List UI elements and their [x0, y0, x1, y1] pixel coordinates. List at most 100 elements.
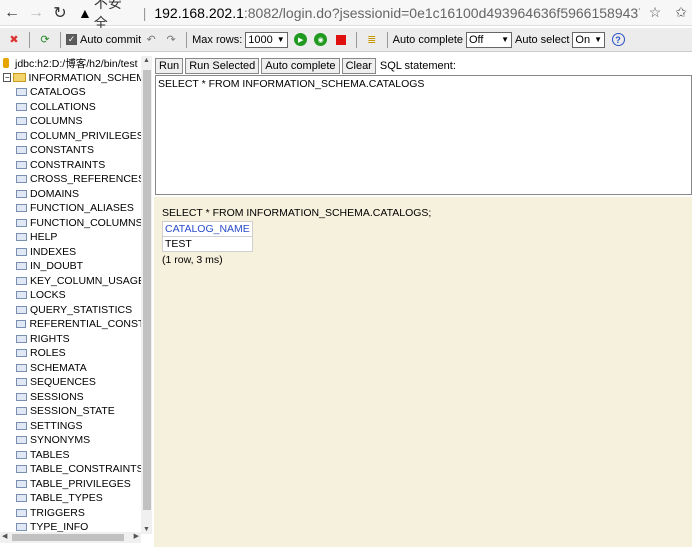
auto-commit-label: Auto commit: [80, 33, 142, 46]
tree-table-item[interactable]: COLUMN_PRIVILEGES: [0, 129, 152, 144]
tree-schema[interactable]: − INFORMATION_SCHEMA: [0, 71, 152, 86]
collapse-icon[interactable]: −: [3, 73, 12, 83]
tree-table-item[interactable]: CONSTANTS: [0, 143, 152, 158]
commit-icon[interactable]: ↷: [163, 32, 179, 48]
tree-table-item[interactable]: COLUMNS: [0, 114, 152, 129]
scroll-left-icon[interactable]: ◀: [2, 532, 7, 540]
h2-toolbar: ✖ ⟳ ✓ Auto commit ↶ ↷ Max rows: 1000 ▼ ▶ …: [0, 28, 692, 52]
disconnect-icon[interactable]: ✖: [6, 32, 22, 48]
tree-table-label: REFERENTIAL_CONSTR: [29, 318, 152, 331]
tree-table-label: COLUMN_PRIVILEGES: [30, 129, 144, 142]
tree-table-item[interactable]: REFERENTIAL_CONSTR: [0, 317, 152, 332]
favorites-icon[interactable]: ✩: [670, 4, 692, 21]
tree-table-label: CONSTANTS: [30, 144, 94, 157]
tree-table-item[interactable]: QUERY_STATISTICS: [0, 303, 152, 318]
scrollbar-thumb[interactable]: [143, 70, 151, 510]
bookmark-star-icon[interactable]: ☆: [640, 4, 670, 21]
tree-table-item[interactable]: INDEXES: [0, 245, 152, 260]
tree-table-item[interactable]: TYPE_INFO: [0, 520, 152, 532]
clear-button[interactable]: Clear: [341, 57, 376, 74]
tree-table-label: TYPE_INFO: [30, 521, 89, 532]
table-icon: [16, 175, 27, 184]
table-icon: [16, 378, 27, 387]
table-icon: [16, 204, 27, 213]
table-row: TEST: [162, 236, 253, 252]
auto-commit-checkbox[interactable]: ✓: [66, 34, 77, 45]
run-selected-button[interactable]: Run Selected: [185, 57, 260, 74]
auto-select-select[interactable]: On ▼: [572, 31, 606, 48]
tree-table-item[interactable]: CATALOGS: [0, 85, 152, 100]
tree-table-item[interactable]: HELP: [0, 230, 152, 245]
tree-table-item[interactable]: SCHEMATA: [0, 361, 152, 376]
scroll-down-icon[interactable]: ▼: [143, 526, 150, 533]
auto-commit-toggle[interactable]: ✓ Auto commit: [66, 34, 141, 46]
tree-table-item[interactable]: SETTINGS: [0, 419, 152, 434]
toolbar-separator: [386, 31, 388, 48]
history-icon[interactable]: ≣: [364, 32, 380, 48]
tree-table-item[interactable]: TABLE_PRIVILEGES: [0, 477, 152, 492]
tree-table-item[interactable]: TRIGGERS: [0, 506, 152, 521]
scrollbar-thumb[interactable]: [12, 534, 124, 541]
refresh-icon[interactable]: ⟳: [37, 32, 53, 48]
stop-icon[interactable]: [333, 32, 349, 48]
tree-table-item[interactable]: RIGHTS: [0, 332, 152, 347]
tree-table-item[interactable]: DOMAINS: [0, 187, 152, 202]
max-rows-label: Max rows:: [192, 33, 243, 46]
tree-connection[interactable]: jdbc:h2:D:/博客/h2/bin/test: [0, 56, 152, 71]
tree-table-label: TRIGGERS: [30, 506, 85, 519]
run-selected-icon[interactable]: ◉: [313, 32, 329, 48]
scroll-up-icon[interactable]: ▲: [143, 57, 150, 64]
result-column-header[interactable]: CATALOG_NAME: [162, 221, 253, 237]
tree-table-item[interactable]: TABLE_CONSTRAINTS: [0, 462, 152, 477]
reload-icon[interactable]: ↻: [48, 1, 72, 25]
tree-table-label: TABLE_PRIVILEGES: [30, 477, 131, 490]
tree-table-item[interactable]: LOCKS: [0, 288, 152, 303]
tree-table-item[interactable]: IN_DOUBT: [0, 259, 152, 274]
result-sql: SELECT * FROM INFORMATION_SCHEMA.CATALOG…: [162, 207, 432, 219]
warning-icon: ▲: [78, 4, 92, 21]
sql-editor[interactable]: SELECT * FROM INFORMATION_SCHEMA.CATALOG…: [155, 75, 692, 195]
forward-icon[interactable]: →: [24, 1, 48, 25]
run-icon[interactable]: ▶: [293, 32, 309, 48]
help-icon[interactable]: ?: [610, 32, 626, 48]
result-body: TEST: [162, 236, 253, 252]
tree-table-label: SESSIONS: [30, 390, 84, 403]
tree-table-item[interactable]: TABLE_TYPES: [0, 491, 152, 506]
tree-table-item[interactable]: TABLES: [0, 448, 152, 463]
tree-table-item[interactable]: KEY_COLUMN_USAGE: [0, 274, 152, 289]
auto-complete-select[interactable]: Off ▼: [466, 31, 512, 48]
table-icon: [16, 334, 27, 343]
tree-table-item[interactable]: SESSION_STATE: [0, 404, 152, 419]
address-bar[interactable]: ▲ 不安全 | 192.168.202.1:8082/login.do?jses…: [78, 0, 640, 31]
back-icon[interactable]: ←: [0, 1, 24, 25]
tree-table-item[interactable]: FUNCTION_COLUMNS: [0, 216, 152, 231]
tree-table-label: QUERY_STATISTICS: [30, 303, 133, 316]
tree-table-item[interactable]: SYNONYMS: [0, 433, 152, 448]
tree-table-item[interactable]: CONSTRAINTS: [0, 158, 152, 173]
tree-table-item[interactable]: SEQUENCES: [0, 375, 152, 390]
max-rows-select[interactable]: 1000 ▼: [245, 31, 288, 48]
chevron-down-icon: ▼: [594, 35, 603, 44]
folder-icon: [13, 73, 26, 83]
connection-label: jdbc:h2:D:/博客/h2/bin/test: [15, 57, 138, 70]
table-icon: [16, 262, 27, 271]
sql-statement-label: SQL statement:: [379, 59, 456, 72]
tree-table-item[interactable]: CROSS_REFERENCES: [0, 172, 152, 187]
tree-table-label: SYNONYMS: [30, 434, 91, 447]
toolbar-separator: [60, 31, 61, 48]
tree-table-item[interactable]: COLLATIONS: [0, 100, 152, 115]
tree-horizontal-scrollbar[interactable]: ◀ ▶: [0, 532, 141, 543]
table-icon: [16, 291, 27, 300]
auto-complete-button[interactable]: Auto complete: [261, 57, 340, 74]
tree-table-item[interactable]: FUNCTION_ALIASES: [0, 201, 152, 216]
tree-table-label: CONSTRAINTS: [30, 158, 106, 171]
scroll-right-icon[interactable]: ▶: [134, 532, 139, 540]
tree-table-item[interactable]: SESSIONS: [0, 390, 152, 405]
rollback-icon[interactable]: ↶: [143, 32, 159, 48]
table-icon: [16, 117, 27, 126]
tree-vertical-scrollbar[interactable]: ▲ ▼: [141, 56, 152, 534]
table-icon: [16, 320, 27, 329]
table-icon: [16, 479, 27, 488]
run-button[interactable]: Run: [155, 57, 184, 74]
tree-table-item[interactable]: ROLES: [0, 346, 152, 361]
